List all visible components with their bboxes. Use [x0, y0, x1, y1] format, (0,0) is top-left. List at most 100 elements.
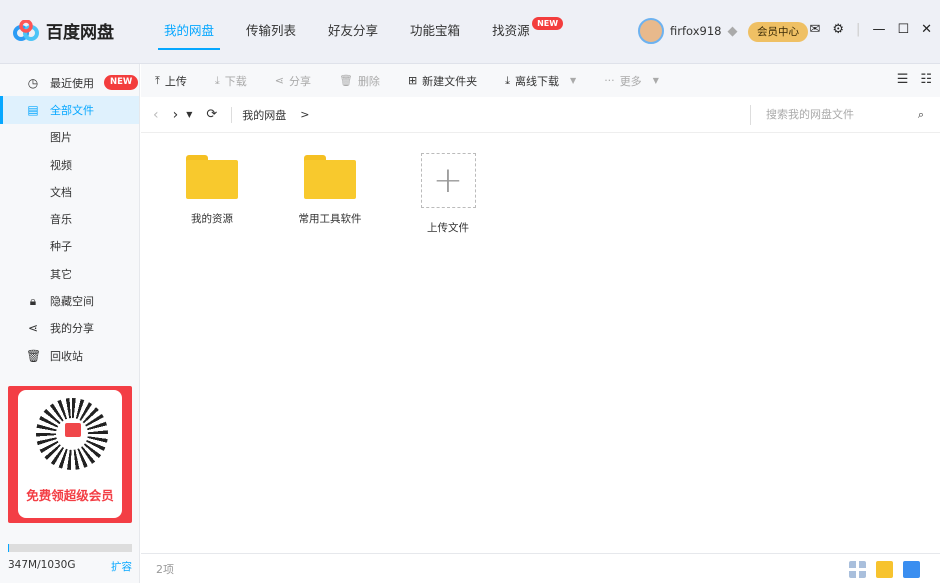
tab-friend-share[interactable]: 好友分享: [312, 0, 394, 64]
sidebar-item-label: 视频: [50, 158, 72, 172]
label: 新建文件夹: [422, 74, 478, 88]
minimize-icon[interactable]: —: [872, 22, 885, 37]
label: 删除: [357, 74, 380, 88]
vip-center-button[interactable]: 会员中心: [748, 22, 808, 42]
plus-icon: +: [420, 153, 476, 208]
sidebar-item-videos[interactable]: 视频: [0, 151, 139, 178]
title-bar: 百度网盘 我的网盘 传输列表 好友分享 功能宝箱 找资源 NEW firfox91…: [0, 0, 940, 64]
breadcrumb[interactable]: 我的网盘: [231, 106, 286, 123]
sidebar-item-label: 文档: [50, 185, 72, 199]
settings-icon[interactable]: ⚙: [832, 22, 844, 37]
refresh-icon[interactable]: ⟳: [206, 107, 217, 122]
download-icon: ⤓: [505, 73, 511, 87]
upload-icon: ⤒: [155, 73, 160, 87]
folder-item[interactable]: 常用工具软件: [271, 133, 389, 243]
offline-download-button[interactable]: ⤓ 离线下载 ▼: [505, 73, 576, 89]
lock-icon[interactable]: [903, 561, 920, 578]
delete-button[interactable]: 🗑︎ 删除: [339, 73, 380, 89]
breadcrumb-separator: >: [300, 108, 310, 121]
more-icon: ···: [604, 74, 615, 87]
history-dropdown-icon[interactable]: ▼: [186, 110, 192, 119]
sidebar-item-label: 其它: [50, 267, 72, 281]
search-input[interactable]: 搜索我的网盘文件 ⌕: [750, 105, 940, 125]
avatar[interactable]: [638, 18, 664, 44]
tab-transfers[interactable]: 传输列表: [230, 0, 312, 64]
promo-banner[interactable]: 免费领超级会员: [8, 386, 132, 523]
tab-find-resources[interactable]: 找资源 NEW: [476, 0, 564, 64]
folder-name: 常用工具软件: [298, 213, 362, 225]
sidebar-item-all-files[interactable]: ▤ 全部文件: [0, 96, 139, 124]
folder-icon: [186, 155, 238, 199]
sidebar-item-label: 音乐: [50, 213, 72, 227]
sidebar: ◷ 最近使用 NEW ▤ 全部文件 图片 视频 文档 音乐 种子 其它 🔒︎ 隐藏空间 …: [0, 64, 140, 583]
tab-my-disk[interactable]: 我的网盘: [148, 0, 230, 64]
label: 分享: [288, 74, 311, 88]
user-info[interactable]: firfox918 ◆: [638, 18, 737, 44]
divider: |: [856, 22, 861, 37]
sidebar-item-label: 隐藏空间: [50, 295, 94, 309]
search-icon[interactable]: ⌕: [918, 105, 924, 125]
sidebar-item-my-shares[interactable]: ⋖ 我的分享: [0, 315, 139, 342]
sidebar-item-images[interactable]: 图片: [0, 124, 139, 151]
back-icon[interactable]: ‹: [153, 107, 159, 123]
sidebar-item-recent[interactable]: ◷ 最近使用 NEW: [0, 69, 139, 96]
upload-file-tile[interactable]: + 上传文件: [389, 133, 507, 243]
search-placeholder: 搜索我的网盘文件: [766, 108, 854, 121]
sidebar-item-label: 最近使用: [50, 76, 94, 90]
file-grid: 我的资源 常用工具软件 + 上传文件: [141, 133, 507, 243]
promo-card: 免费领超级会员: [18, 390, 122, 518]
app-logo: 百度网盘: [12, 18, 114, 43]
sidebar-item-docs[interactable]: 文档: [0, 178, 139, 205]
clock-icon: ◷: [27, 75, 39, 90]
promo-text: 免费领超级会员: [26, 488, 114, 503]
mail-icon[interactable]: ✉: [809, 22, 820, 37]
folder-icon: [304, 155, 356, 199]
storage-bar: [8, 544, 132, 552]
folder-plus-icon: ⊞: [407, 74, 418, 87]
close-icon[interactable]: ✕: [921, 22, 932, 37]
label: 下载: [224, 74, 247, 88]
main-nav: 我的网盘 传输列表 好友分享 功能宝箱 找资源 NEW: [148, 0, 564, 64]
apps-icon[interactable]: [849, 561, 866, 578]
sidebar-item-torrents[interactable]: 种子: [0, 233, 139, 260]
app-name: 百度网盘: [46, 23, 114, 43]
sidebar-item-label: 我的分享: [50, 322, 94, 336]
folder-name: 我的资源: [191, 213, 233, 225]
baidu-cloud-logo-icon: [13, 19, 39, 41]
label: 上传: [164, 74, 187, 88]
sidebar-item-label: 种子: [50, 240, 72, 254]
sidebar-item-label: 回收站: [50, 349, 83, 363]
folder-item[interactable]: 我的资源: [153, 133, 271, 243]
tab-label: 找资源: [492, 23, 530, 38]
expand-storage-link[interactable]: 扩容: [111, 559, 132, 574]
forward-icon[interactable]: ›: [173, 107, 179, 123]
storage-fill: [8, 544, 10, 552]
tab-toolbox[interactable]: 功能宝箱: [394, 0, 476, 64]
download-icon: ⤓: [214, 73, 220, 87]
chevron-down-icon: ▼: [570, 76, 577, 85]
sidebar-item-recycle-bin[interactable]: 🗑︎ 回收站: [0, 342, 139, 369]
sort-icon[interactable]: ☰: [897, 72, 909, 87]
toolbar: ⤒ 上传 ⤓ 下载 ⋖ 分享 🗑︎ 删除 ⊞ 新建文件夹 ⤓ 离线下载 ▼ ··· 更多 ▼ ☰ ☷: [141, 64, 940, 97]
upload-tile-label: 上传文件: [427, 222, 469, 234]
share-icon: ⋖: [274, 74, 284, 87]
share-button[interactable]: ⋖ 分享: [275, 73, 311, 89]
path-bar: ‹ › ▼ ⟳ 我的网盘 > 搜索我的网盘文件 ⌕: [141, 97, 940, 133]
diamond-icon: ◆: [727, 23, 738, 39]
trash-icon: 🗑︎: [26, 348, 42, 363]
list-view-icon[interactable]: ☷: [920, 72, 932, 87]
new-badge: NEW: [532, 17, 564, 30]
upload-button[interactable]: ⤒ 上传: [155, 73, 187, 89]
maximize-icon[interactable]: ☐: [897, 22, 909, 37]
sidebar-item-hidden-space[interactable]: 🔒︎ 隐藏空间: [0, 287, 139, 314]
label: 更多: [619, 74, 642, 88]
more-button[interactable]: ··· 更多 ▼: [604, 73, 659, 89]
file-icon: ▤: [27, 102, 39, 117]
download-button[interactable]: ⤓ 下载: [215, 73, 247, 89]
sidebar-item-label: 全部文件: [50, 103, 94, 117]
sidebar-item-other[interactable]: 其它: [0, 260, 139, 287]
sidebar-item-music[interactable]: 音乐: [0, 205, 139, 232]
new-badge: NEW: [104, 75, 139, 91]
new-folder-button[interactable]: ⊞ 新建文件夹: [408, 73, 477, 89]
upload-folder-icon[interactable]: [876, 561, 893, 578]
